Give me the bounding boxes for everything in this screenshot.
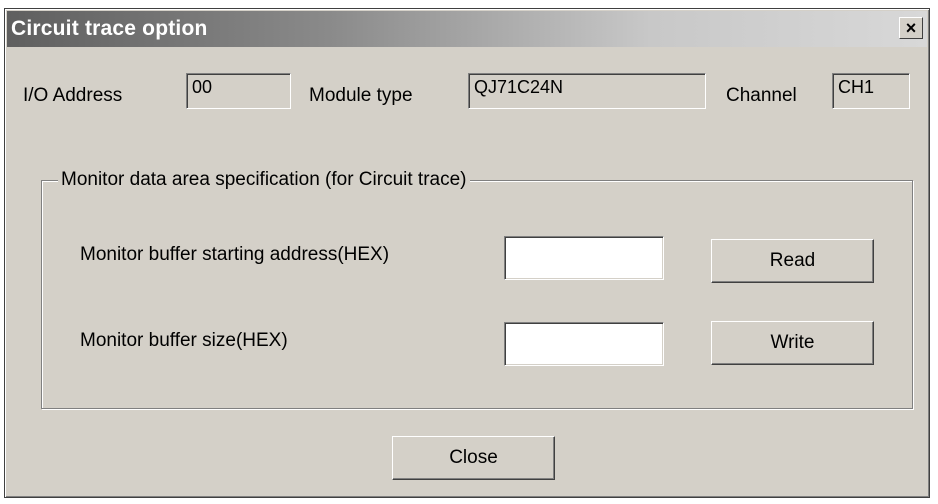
close-icon[interactable]: × bbox=[899, 17, 923, 39]
monitor-data-area-legend: Monitor data area specification (for Cir… bbox=[58, 169, 470, 191]
circuit-trace-option-dialog: Circuit trace option × I/O Address 00 Mo… bbox=[4, 8, 930, 498]
module-type-field: QJ71C24N bbox=[468, 73, 706, 109]
module-type-label: Module type bbox=[309, 85, 413, 106]
io-address-label: I/O Address bbox=[23, 85, 123, 106]
start-address-label: Monitor buffer starting address(HEX) bbox=[80, 244, 390, 265]
start-address-input[interactable] bbox=[504, 236, 664, 280]
buffer-size-label: Monitor buffer size(HEX) bbox=[80, 330, 288, 351]
monitor-data-area-group: Monitor data area specification (for Cir… bbox=[41, 169, 913, 409]
window-title: Circuit trace option bbox=[11, 17, 208, 40]
buffer-size-input[interactable] bbox=[504, 322, 664, 366]
write-button[interactable]: Write bbox=[711, 321, 874, 365]
read-button[interactable]: Read bbox=[711, 239, 874, 283]
io-address-field: 00 bbox=[186, 73, 291, 109]
channel-field: CH1 bbox=[832, 73, 910, 109]
channel-label: Channel bbox=[726, 85, 797, 106]
close-button[interactable]: Close bbox=[392, 436, 555, 480]
title-bar[interactable]: Circuit trace option × bbox=[7, 11, 927, 47]
